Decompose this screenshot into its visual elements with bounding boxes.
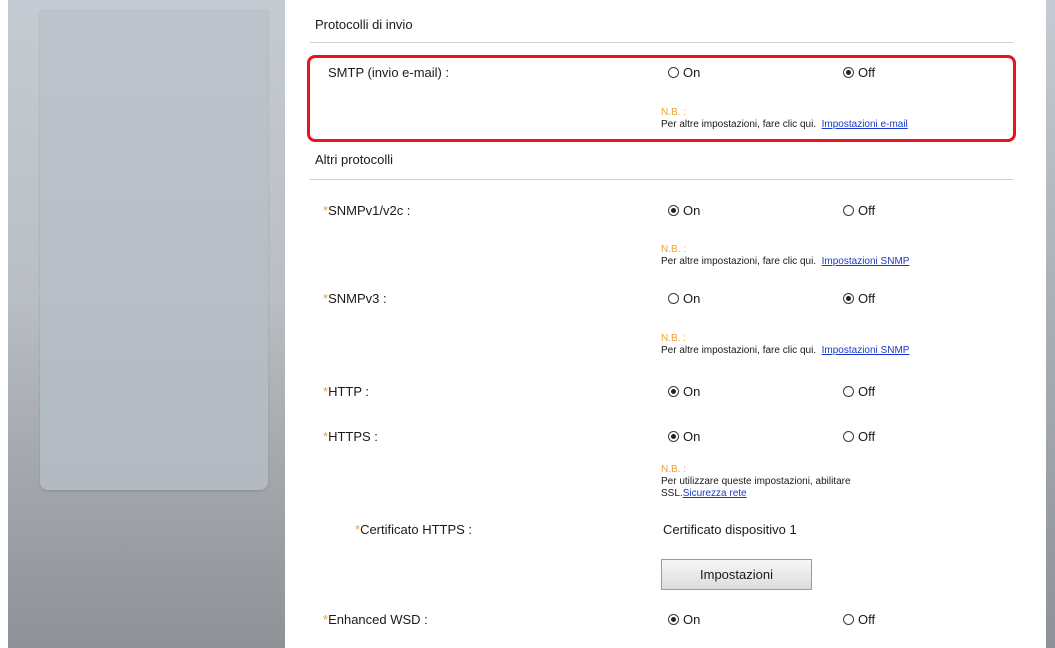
https-on-option[interactable]: On <box>668 429 700 444</box>
snmpv1v2c-on-option[interactable]: On <box>668 203 700 218</box>
section-title-other-protocols: Altri protocolli <box>315 152 394 167</box>
certificate-settings-button[interactable]: Impostazioni <box>661 559 812 590</box>
right-frame-edge <box>1046 0 1055 648</box>
snmpv3-label: *SNMPv3 : <box>323 291 387 306</box>
http-on-option[interactable]: On <box>668 384 700 399</box>
network-security-link[interactable]: Sicurezza rete <box>683 488 747 499</box>
snmpv1v2c-label: *SNMPv1/v2c : <box>323 203 411 218</box>
http-label: *HTTP : <box>323 384 369 399</box>
snmpv3-note: N.B. : Per altre impostazioni, fare clic… <box>661 333 910 356</box>
snmpv3-off-option[interactable]: Off <box>843 291 875 306</box>
https-off-radio[interactable] <box>843 431 854 442</box>
https-certificate-value: Certificato dispositivo 1 <box>663 522 797 537</box>
snmpv3-off-radio[interactable] <box>843 293 854 304</box>
http-off-option[interactable]: Off <box>843 384 875 399</box>
https-certificate-label: *Certificato HTTPS : <box>355 522 473 537</box>
enhanced-wsd-off-option[interactable]: Off <box>843 612 875 627</box>
snmpv1v2c-note: N.B. : Per altre impostazioni, fare clic… <box>661 244 910 267</box>
snmpv3-on-radio[interactable] <box>668 293 679 304</box>
snmp-settings-link[interactable]: Impostazioni SNMP <box>822 256 910 267</box>
https-note: N.B. : Per utilizzare queste impostazion… <box>661 464 851 499</box>
enhanced-wsd-off-radio[interactable] <box>843 614 854 625</box>
snmpv1v2c-off-radio[interactable] <box>843 205 854 216</box>
section-divider <box>310 179 1013 180</box>
http-on-radio[interactable] <box>668 386 679 397</box>
snmpv3-on-option[interactable]: On <box>668 291 700 306</box>
https-off-option[interactable]: Off <box>843 429 875 444</box>
smtp-highlight-box <box>307 55 1016 142</box>
enhanced-wsd-label: *Enhanced WSD : <box>323 612 428 627</box>
snmpv1v2c-on-radio[interactable] <box>668 205 679 216</box>
https-on-radio[interactable] <box>668 431 679 442</box>
snmpv1v2c-off-option[interactable]: Off <box>843 203 875 218</box>
section-divider <box>310 42 1013 43</box>
https-label: *HTTPS : <box>323 429 378 444</box>
snmp-settings-link[interactable]: Impostazioni SNMP <box>822 345 910 356</box>
http-off-radio[interactable] <box>843 386 854 397</box>
enhanced-wsd-on-option[interactable]: On <box>668 612 700 627</box>
left-nav-panel <box>40 10 268 490</box>
enhanced-wsd-on-radio[interactable] <box>668 614 679 625</box>
section-title-send-protocols: Protocolli di invio <box>315 17 413 32</box>
